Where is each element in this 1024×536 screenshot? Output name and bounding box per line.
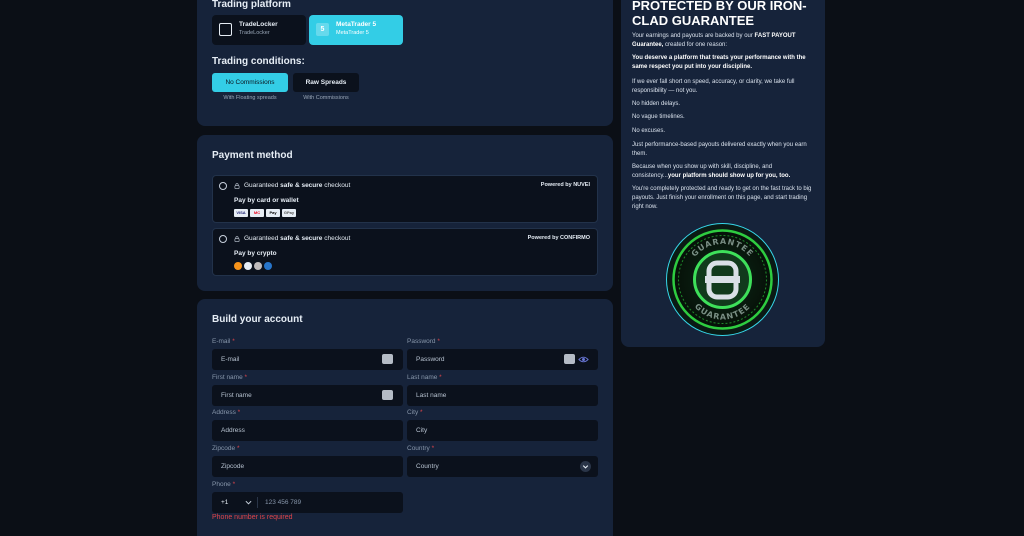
powered-by: Powered by CONFIRMO (527, 235, 590, 241)
guarantee-p7: Just performance-based payouts delivered… (632, 142, 807, 157)
ethereum-icon (244, 262, 252, 270)
phone-field[interactable]: +1 123 456 789 (212, 492, 403, 513)
platform-name: TradeLocker (239, 21, 278, 28)
tradelocker-icon (219, 23, 232, 36)
payment-title: Payment method (212, 150, 293, 161)
payment-head: Guaranteed safe & secure checkout (244, 182, 351, 189)
autofill-icon (564, 354, 575, 364)
phone-label: Phone * (212, 481, 236, 488)
lastname-field[interactable]: Last name (407, 385, 598, 406)
autofill-icon (382, 354, 393, 364)
payment-option-card[interactable]: Guaranteed safe & secure checkout Powere… (212, 175, 598, 223)
powered-by: Powered by NUVEI (540, 182, 590, 188)
card-logos: VISA MC Pay GPay (234, 209, 296, 217)
zipcode-label: Zipcode * (212, 445, 240, 452)
guarantee-badge: GUARANTEE GUARANTEE (666, 223, 779, 336)
litecoin-icon (254, 262, 262, 270)
no-commissions-button[interactable]: No Commissions (212, 73, 288, 92)
autofill-icon (382, 390, 393, 400)
country-label: Country * (407, 445, 435, 452)
firstname-field[interactable]: First name (212, 385, 403, 406)
radio-card[interactable] (219, 182, 227, 190)
lastname-label: Last name * (407, 374, 442, 381)
platform-name: MetaTrader 5 (336, 21, 377, 28)
visa-logo: VISA (234, 209, 248, 217)
guarantee-title: PROTECTED BY OUR IRON-CLAD GUARANTEE (632, 0, 807, 28)
payment-sub: Pay by card or wallet (234, 197, 299, 204)
crypto-logos (234, 262, 272, 270)
payment-sub: Pay by crypto (234, 250, 277, 257)
payment-head: Guaranteed safe & secure checkout (244, 235, 351, 242)
radio-crypto[interactable] (219, 235, 227, 243)
lock-icon (234, 183, 240, 189)
applepay-logo: Pay (266, 209, 280, 217)
guarantee-p6: No excuses. (632, 128, 666, 134)
googlepay-logo: GPay (282, 209, 296, 217)
account-title: Build your account (212, 314, 303, 325)
conditions-title: Trading conditions: (212, 56, 305, 67)
usdc-icon (264, 262, 272, 270)
chevron-down-icon (580, 461, 591, 472)
platform-metatrader5-button[interactable]: 5 MetaTrader 5 MetaTrader 5 (309, 15, 403, 45)
address-label: Address * (212, 409, 241, 416)
platform-title: Trading platform (212, 0, 291, 10)
phone-code[interactable]: +1 (221, 492, 228, 513)
platform-sub: TradeLocker (239, 30, 270, 36)
metatrader-icon: 5 (316, 23, 329, 36)
raw-spreads-button[interactable]: Raw Spreads (293, 73, 359, 92)
guarantee-p5: No vague timelines. (632, 114, 685, 120)
divider (257, 497, 258, 508)
email-field[interactable]: E-mail (212, 349, 403, 370)
country-select[interactable]: Country (407, 456, 598, 477)
email-label: E-mail * (212, 338, 235, 345)
city-label: City * (407, 409, 423, 416)
guarantee-p9: You're completely protected and ready to… (632, 186, 812, 210)
no-commissions-sub: With Floating spreads (223, 95, 277, 101)
platform-tradelocker-button[interactable]: TradeLocker TradeLocker (212, 15, 306, 45)
guarantee-p4: No hidden delays. (632, 101, 681, 107)
password-field[interactable]: Password (407, 349, 598, 370)
mastercard-logo: MC (250, 209, 264, 217)
address-field[interactable]: Address (212, 420, 403, 441)
guarantee-p2: You deserve a platform that treats your … (632, 55, 806, 70)
guarantee-p1: Your earnings and payouts are backed by … (632, 33, 796, 48)
phone-error: Phone number is required (212, 514, 293, 521)
guarantee-p8: Because when you show up with skill, dis… (632, 164, 791, 179)
zipcode-field[interactable]: Zipcode (212, 456, 403, 477)
platform-sub: MetaTrader 5 (336, 30, 369, 36)
raw-spreads-sub: With Commissions (303, 95, 349, 101)
eye-icon[interactable] (578, 355, 589, 364)
phone-placeholder: 123 456 789 (265, 499, 302, 506)
payment-option-crypto[interactable]: Guaranteed safe & secure checkout Powere… (212, 228, 598, 276)
guarantee-p3: If we ever fall short on speed, accuracy… (632, 79, 795, 94)
lock-icon (234, 236, 240, 242)
city-field[interactable]: City (407, 420, 598, 441)
password-label: Password * (407, 338, 440, 345)
chevron-down-icon[interactable] (245, 500, 252, 505)
firstname-label: First name * (212, 374, 248, 381)
bitcoin-icon (234, 262, 242, 270)
